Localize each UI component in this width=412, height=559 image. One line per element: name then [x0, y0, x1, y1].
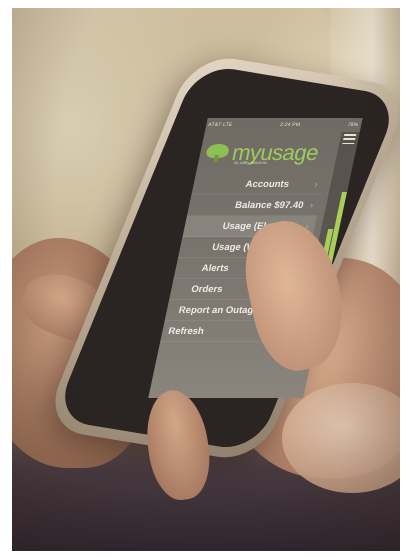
time-label: 2:24 PM — [279, 122, 301, 128]
chevron-right-icon: › — [313, 179, 319, 189]
hamburger-icon[interactable] — [342, 134, 357, 144]
logo-tagline: by Utility Solutions — [233, 160, 268, 165]
background-photo: AT&T LTE 2:24 PM 78% myusage by Utility … — [12, 8, 400, 551]
battery-label: 78% — [347, 122, 359, 128]
menu-item-label: Accounts — [244, 178, 291, 190]
carrier-label: AT&T LTE — [207, 122, 234, 128]
menu-item-label: Alerts — [200, 262, 230, 274]
menu-item-label: Orders — [190, 283, 224, 295]
menu-item-label: Refresh — [167, 325, 206, 337]
app-logo: myusage — [203, 138, 349, 168]
status-bar: AT&T LTE 2:24 PM 78% — [207, 120, 359, 130]
tree-icon — [204, 144, 230, 162]
chevron-right-icon: › — [309, 200, 315, 210]
menu-item-label: Report an Outage — [177, 304, 260, 316]
menu-item-balance[interactable]: Balance $97.40 › — [186, 195, 322, 216]
menu-item-accounts[interactable]: Accounts › — [191, 174, 326, 195]
menu-item-label: Balance $97.40 — [234, 199, 305, 211]
